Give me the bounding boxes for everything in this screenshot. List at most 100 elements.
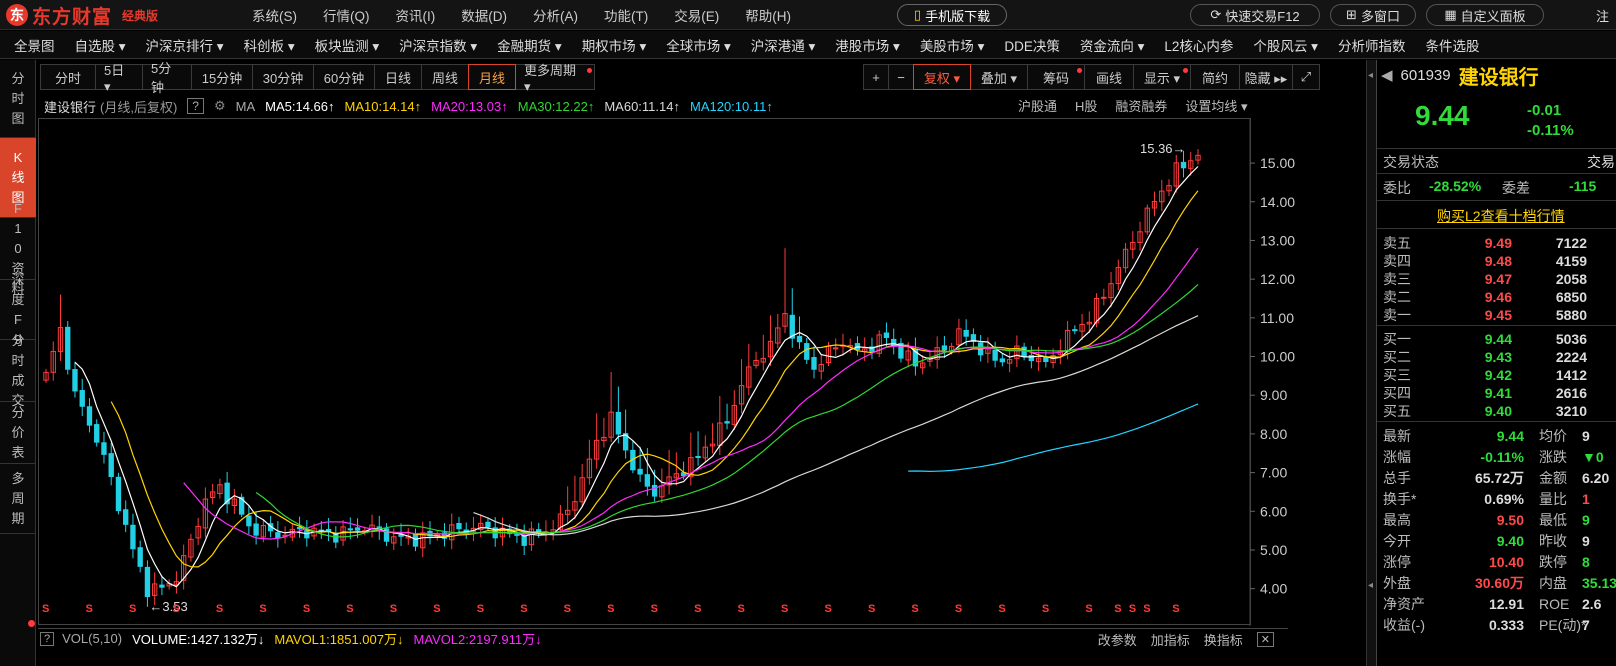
nav-item-11[interactable]: 美股市场 ▾ bbox=[920, 35, 985, 55]
dividend-marker[interactable]: S bbox=[477, 603, 484, 615]
collapse-icon[interactable]: ? bbox=[40, 631, 55, 646]
dividend-marker[interactable]: S bbox=[1042, 603, 1049, 615]
bid-row-1[interactable]: 买二 9.43 2224 bbox=[1377, 347, 1616, 367]
dividend-marker[interactable]: S bbox=[259, 603, 266, 615]
period-button-8[interactable]: 月线 bbox=[468, 64, 516, 90]
ask-row-1[interactable]: 卖四 9.48 4159 bbox=[1377, 251, 1616, 271]
kline-chart[interactable]: 4.00 5.00 6.00 7.00 8.00 9.00 10.00 11.00 12.00 1… bbox=[38, 118, 1364, 626]
tool-button-7[interactable]: 简约 bbox=[1190, 64, 1240, 90]
dividend-marker[interactable]: S bbox=[651, 603, 658, 615]
dividend-marker[interactable]: S bbox=[998, 603, 1005, 615]
nav-item-8[interactable]: 全球市场 ▾ bbox=[666, 35, 731, 55]
dividend-marker[interactable]: S bbox=[1143, 603, 1150, 615]
dividend-marker[interactable]: S bbox=[85, 603, 92, 615]
settings-gear-icon[interactable]: ⚙ bbox=[214, 98, 226, 114]
dividend-marker[interactable]: S bbox=[1172, 603, 1179, 615]
menu-item-3[interactable]: 数据(D) bbox=[461, 5, 507, 25]
tool-button-1[interactable]: − bbox=[888, 64, 914, 90]
period-button-7[interactable]: 周线 bbox=[421, 64, 469, 90]
vol-link-0[interactable]: 改参数 bbox=[1098, 630, 1137, 649]
dividend-marker[interactable]: S bbox=[694, 603, 701, 615]
dividend-marker[interactable]: S bbox=[564, 603, 571, 615]
nav-item-10[interactable]: 港股市场 ▾ bbox=[835, 35, 900, 55]
ask-row-4[interactable]: 卖一 9.45 5880 bbox=[1377, 305, 1616, 325]
dividend-marker[interactable]: S bbox=[216, 603, 223, 615]
period-button-5[interactable]: 60分钟 bbox=[313, 64, 375, 90]
chart-link-3[interactable]: 设置均线 ▾ bbox=[1185, 96, 1247, 116]
nav-item-6[interactable]: 金融期货 ▾ bbox=[497, 35, 562, 55]
prev-stock-icon[interactable]: ◀ bbox=[1381, 66, 1393, 84]
tool-button-8[interactable]: 隐藏 ▸▸ bbox=[1239, 64, 1293, 90]
period-button-9[interactable]: 更多周期 ▾ bbox=[515, 63, 595, 94]
nav-item-0[interactable]: 全景图 bbox=[14, 35, 55, 55]
period-button-0[interactable]: 分时 bbox=[40, 64, 96, 90]
tool-button-2[interactable]: 复权 ▾ bbox=[913, 64, 971, 90]
dividend-marker[interactable]: S bbox=[1129, 603, 1136, 615]
dividend-marker[interactable]: S bbox=[303, 603, 310, 615]
vol-link-2[interactable]: 换指标 bbox=[1204, 630, 1243, 649]
dividend-marker[interactable]: S bbox=[172, 603, 179, 615]
nav-item-5[interactable]: 沪深京指数 ▾ bbox=[399, 35, 477, 55]
panel-splitter[interactable]: ◂ ◂ bbox=[1366, 60, 1376, 666]
vol-link-1[interactable]: 加指标 bbox=[1151, 630, 1190, 649]
dividend-marker[interactable]: S bbox=[1114, 603, 1121, 615]
ask-row-0[interactable]: 卖五 9.49 7122 bbox=[1377, 233, 1616, 253]
help-icon[interactable]: ? bbox=[187, 98, 204, 114]
tool-button-9[interactable]: ⤢ bbox=[1292, 64, 1320, 90]
quick-trade-button[interactable]: ⟳ 快速交易F12 bbox=[1190, 4, 1320, 26]
ask-row-2[interactable]: 卖三 9.47 2058 bbox=[1377, 269, 1616, 289]
nav-item-12[interactable]: DDE决策 bbox=[1004, 35, 1060, 55]
tool-button-0[interactable]: + bbox=[863, 64, 889, 90]
tool-button-4[interactable]: 筹码 bbox=[1027, 64, 1085, 90]
dividend-marker[interactable]: S bbox=[1085, 603, 1092, 615]
dividend-marker[interactable]: S bbox=[346, 603, 353, 615]
nav-item-3[interactable]: 科创板 ▾ bbox=[244, 35, 295, 55]
menu-item-1[interactable]: 行情(Q) bbox=[323, 5, 370, 25]
menu-item-4[interactable]: 分析(A) bbox=[533, 5, 578, 25]
menu-item-7[interactable]: 帮助(H) bbox=[745, 5, 791, 25]
multi-window-button[interactable]: ⊞ 多窗口 bbox=[1330, 4, 1416, 26]
menu-item-2[interactable]: 资讯(I) bbox=[396, 5, 436, 25]
nav-item-16[interactable]: 分析师指数 bbox=[1338, 35, 1406, 55]
nav-item-7[interactable]: 期权市场 ▾ bbox=[582, 35, 647, 55]
dividend-marker[interactable]: S bbox=[607, 603, 614, 615]
dividend-marker[interactable]: S bbox=[390, 603, 397, 615]
nav-item-1[interactable]: 自选股 ▾ bbox=[75, 35, 126, 55]
bid-row-2[interactable]: 买三 9.42 1412 bbox=[1377, 365, 1616, 385]
dividend-marker[interactable]: S bbox=[129, 603, 136, 615]
mobile-download-button[interactable]: ▯ 手机版下载 bbox=[897, 4, 1007, 26]
menu-item-6[interactable]: 交易(E) bbox=[674, 5, 719, 25]
tool-button-3[interactable]: 叠加 ▾ bbox=[970, 64, 1028, 90]
period-button-6[interactable]: 日线 bbox=[374, 64, 422, 90]
left-tab-4[interactable]: 分时成交 bbox=[0, 333, 36, 408]
dividend-marker[interactable]: S bbox=[42, 603, 49, 615]
period-button-3[interactable]: 15分钟 bbox=[191, 64, 253, 90]
left-tab-0[interactable]: 分时图 bbox=[0, 60, 36, 138]
nav-item-2[interactable]: 沪深京排行 ▾ bbox=[146, 35, 224, 55]
nav-item-9[interactable]: 沪深港通 ▾ bbox=[751, 35, 816, 55]
close-icon[interactable]: ✕ bbox=[1256, 631, 1274, 647]
dividend-marker[interactable]: S bbox=[824, 603, 831, 615]
nav-item-13[interactable]: 资金流向 ▾ bbox=[1080, 35, 1145, 55]
period-button-2[interactable]: 5分钟 bbox=[142, 61, 192, 95]
bid-row-0[interactable]: 买一 9.44 5036 bbox=[1377, 329, 1616, 349]
custom-panel-button[interactable]: ▦ 自定义面板 bbox=[1426, 4, 1544, 26]
menu-item-5[interactable]: 功能(T) bbox=[604, 5, 648, 25]
nav-item-17[interactable]: 条件选股 bbox=[1425, 35, 1479, 55]
nav-item-15[interactable]: 个股风云 ▾ bbox=[1253, 35, 1318, 55]
chart-link-1[interactable]: H股 bbox=[1075, 96, 1097, 116]
chart-link-2[interactable]: 融资融券 bbox=[1115, 96, 1167, 116]
dividend-marker[interactable]: S bbox=[738, 603, 745, 615]
dividend-marker[interactable]: S bbox=[911, 603, 918, 615]
dividend-marker[interactable]: S bbox=[868, 603, 875, 615]
ask-row-3[interactable]: 卖二 9.46 6850 bbox=[1377, 287, 1616, 307]
register-link[interactable]: 注 bbox=[1596, 6, 1609, 25]
period-button-1[interactable]: 5日 ▾ bbox=[95, 63, 143, 94]
period-button-4[interactable]: 30分钟 bbox=[252, 64, 314, 90]
nav-item-14[interactable]: L2核心内参 bbox=[1164, 35, 1233, 55]
left-tab-6[interactable]: 多周期 bbox=[0, 464, 36, 534]
bid-row-4[interactable]: 买五 9.40 3210 bbox=[1377, 401, 1616, 421]
menu-item-0[interactable]: 系统(S) bbox=[252, 5, 297, 25]
bid-row-3[interactable]: 买四 9.41 2616 bbox=[1377, 383, 1616, 403]
left-tab-5[interactable]: 分价表 bbox=[0, 402, 36, 464]
